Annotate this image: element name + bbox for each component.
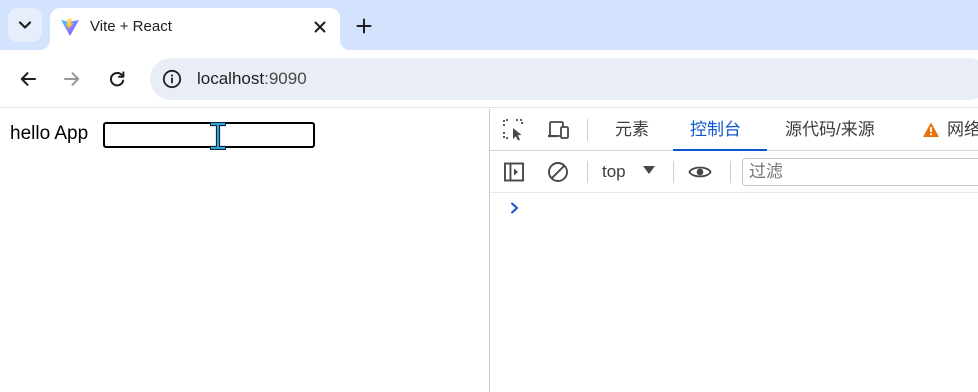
plus-icon xyxy=(356,18,372,34)
info-icon[interactable] xyxy=(162,69,182,89)
devtools-panel: 元素 控制台 源代码/来源 网络 top xyxy=(490,109,978,392)
tab-close-button[interactable] xyxy=(310,17,330,37)
vite-icon xyxy=(61,18,79,36)
tab-title: Vite + React xyxy=(90,18,172,35)
warning-icon xyxy=(923,122,939,137)
new-tab-button[interactable] xyxy=(352,14,376,38)
console-prompt-icon[interactable] xyxy=(508,201,522,215)
eye-icon xyxy=(688,166,712,178)
sidebar-toggle-button[interactable] xyxy=(502,160,526,184)
close-icon xyxy=(314,21,326,33)
device-toolbar-button[interactable] xyxy=(546,118,570,142)
caret-down-icon[interactable] xyxy=(643,166,655,174)
tab-sources[interactable]: 源代码/来源 xyxy=(785,119,875,141)
inspect-element-button[interactable] xyxy=(502,118,526,142)
clear-console-button[interactable] xyxy=(546,160,570,184)
page-viewport: hello App xyxy=(0,109,489,392)
text-cursor-icon xyxy=(210,122,226,150)
back-button[interactable] xyxy=(16,67,40,91)
clear-icon xyxy=(548,162,568,182)
url-host: localhost xyxy=(197,69,265,88)
console-toolbar: top xyxy=(490,151,978,193)
toolbar-divider xyxy=(673,161,674,183)
toolbar-divider xyxy=(730,161,731,183)
tab-network[interactable]: 网络 xyxy=(947,119,978,141)
chevron-down-icon xyxy=(18,21,32,29)
hello-text: hello App xyxy=(10,123,89,144)
live-expression-button[interactable] xyxy=(688,160,712,184)
arrow-right-icon xyxy=(63,72,80,86)
browser-tab[interactable]: Vite + React xyxy=(50,8,340,50)
url-port: :9090 xyxy=(264,69,307,88)
browser-toolbar: localhost:9090 xyxy=(0,50,978,108)
text-input[interactable] xyxy=(103,122,315,148)
device-mode-icon xyxy=(548,121,569,139)
arrow-left-icon xyxy=(20,72,37,86)
select-element-icon xyxy=(503,119,523,141)
forward-button[interactable] xyxy=(60,67,84,91)
url-text: localhost:9090 xyxy=(197,68,307,90)
sidebar-icon xyxy=(504,162,524,182)
toolbar-divider xyxy=(587,161,588,183)
context-selector[interactable]: top xyxy=(602,161,626,183)
reload-button[interactable] xyxy=(105,67,129,91)
address-bar[interactable]: localhost:9090 xyxy=(150,58,978,100)
reload-icon xyxy=(109,71,125,87)
tab-elements[interactable]: 元素 xyxy=(615,119,649,141)
tab-strip: Vite + React xyxy=(0,0,978,50)
devtools-tab-bar: 元素 控制台 源代码/来源 网络 xyxy=(490,109,978,151)
tab-search-button[interactable] xyxy=(8,8,42,42)
filter-input[interactable] xyxy=(742,158,978,186)
tab-console[interactable]: 控制台 xyxy=(690,119,741,141)
toolbar-divider xyxy=(587,119,588,141)
